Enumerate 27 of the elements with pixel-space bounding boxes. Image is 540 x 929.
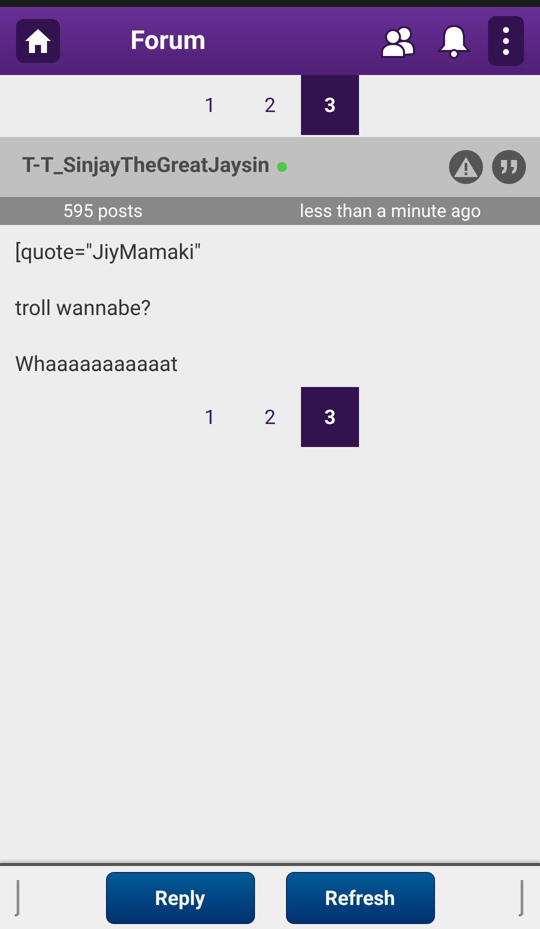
menu-button[interactable]: [488, 16, 524, 66]
post-text: troll wannabe?: [15, 296, 152, 323]
page-link[interactable]: 2: [241, 387, 299, 447]
page-link[interactable]: 1: [181, 387, 239, 447]
action-button[interactable]: Refresh: [286, 872, 434, 924]
post-count: 595 posts: [63, 200, 143, 224]
author-name[interactable]: T-T_SinjayTheGreatJaysin: [22, 151, 270, 183]
page-link[interactable]: 3: [301, 387, 359, 447]
quote-icon: [500, 159, 518, 175]
home-button[interactable]: [16, 19, 60, 63]
staple-icon: [518, 878, 526, 918]
quote-button[interactable]: [492, 150, 526, 184]
page-link[interactable]: 3: [301, 75, 359, 135]
warning-icon: [453, 156, 479, 178]
action-button[interactable]: Reply: [106, 872, 254, 924]
bell-icon: [436, 23, 472, 59]
page-link[interactable]: 2: [241, 75, 299, 135]
page-link[interactable]: 1: [181, 75, 239, 135]
staple-icon: [14, 878, 22, 918]
people-icon: [380, 24, 416, 58]
post-time: less than a minute ago: [300, 200, 481, 224]
report-button[interactable]: [449, 150, 483, 184]
post-text: Whaaaaaaaaaaat: [15, 352, 179, 379]
home-icon: [24, 28, 52, 54]
header-title: Forum: [130, 24, 206, 58]
post-text: [quote="JiyMamaki": [15, 240, 202, 267]
menu-icon: [502, 26, 510, 56]
